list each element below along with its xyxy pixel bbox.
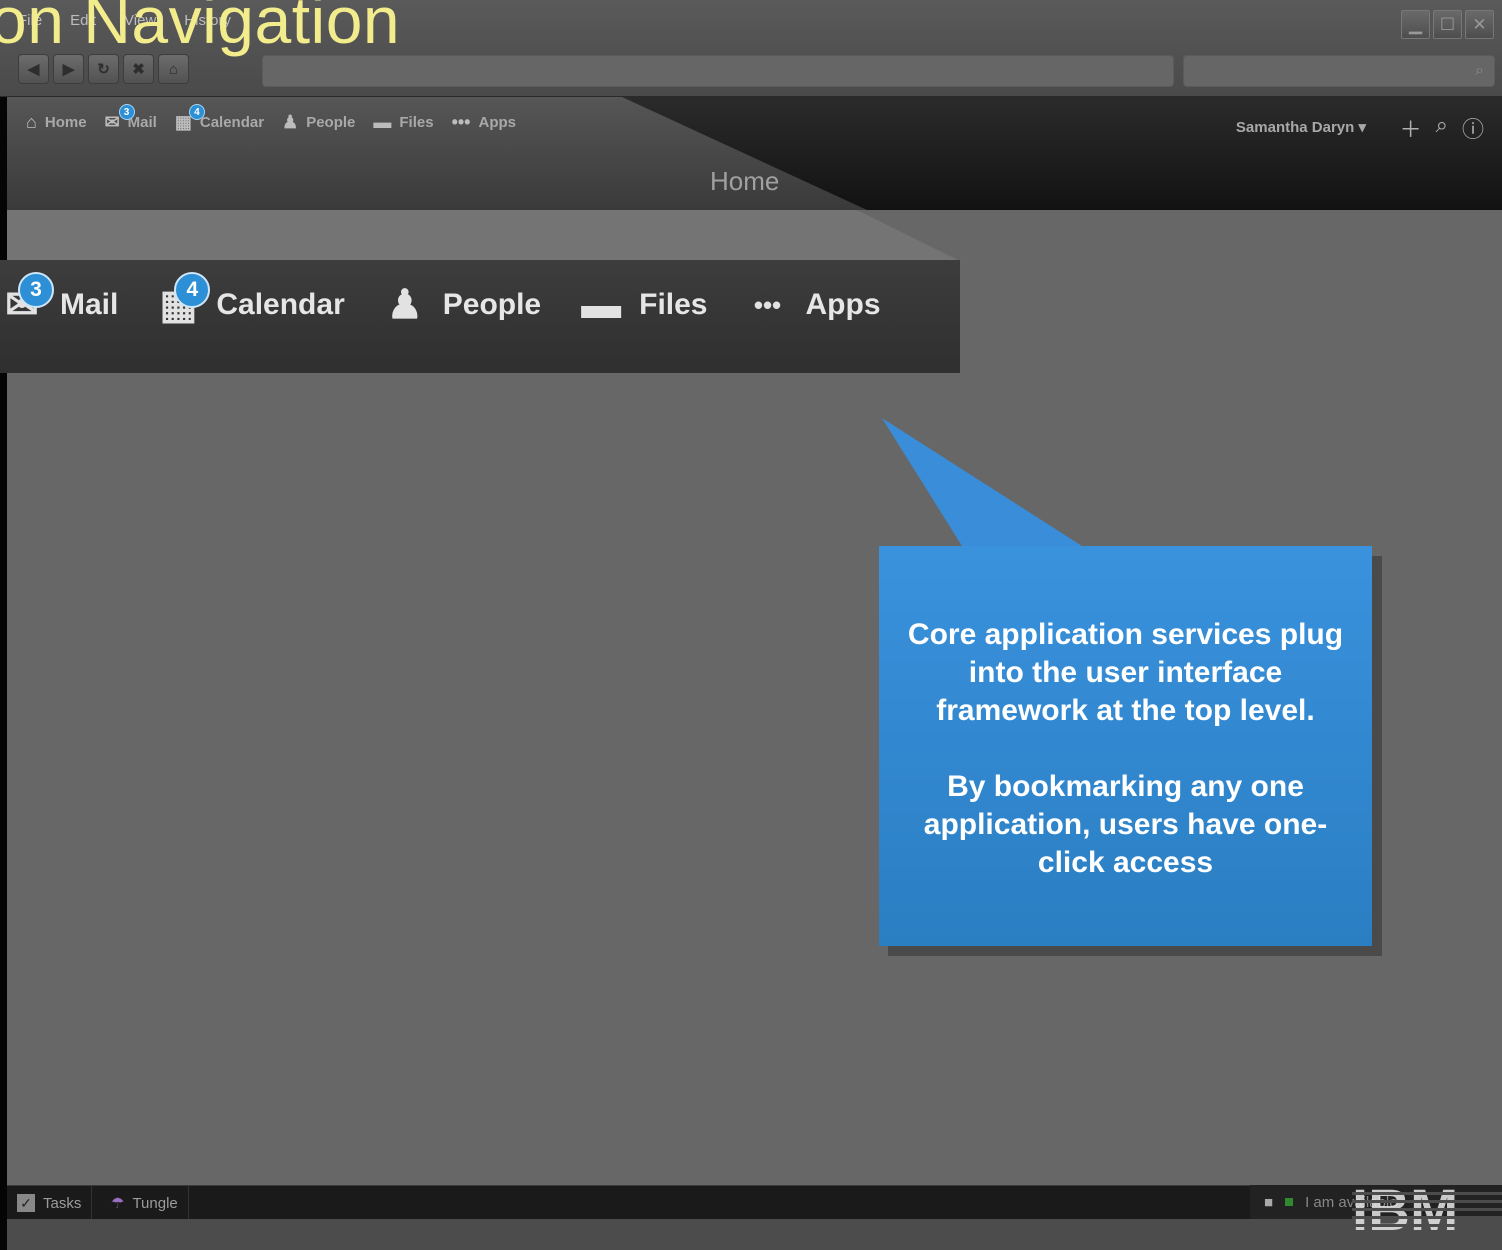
tungle-icon: ☂ — [111, 1195, 125, 1212]
zoom-item-files: ▬ Files — [577, 283, 707, 328]
zoom-item-calendar: ▦ 4 Calendar — [154, 272, 345, 328]
zoom-label: People — [442, 288, 542, 321]
mail-badge: 3 — [18, 272, 54, 308]
mail-badge: 3 — [118, 104, 135, 120]
tasks-tab[interactable]: ✓ Tasks — [7, 1186, 93, 1220]
nav-item-home[interactable]: ⌂ Home — [26, 112, 87, 133]
nav-label: Files — [399, 114, 434, 131]
minimize-icon[interactable]: ▁ — [1401, 10, 1430, 39]
tungle-tab[interactable]: ☂ Tungle — [101, 1186, 189, 1220]
page-title: Home — [710, 166, 780, 196]
zoom-item-people: ♟ People — [381, 282, 541, 328]
footer-bar — [7, 1219, 1502, 1250]
nav-label: Apps — [478, 114, 516, 131]
mail-icon: ✉ 3 — [105, 104, 135, 133]
callout-box: Core application services plug into the … — [879, 546, 1372, 946]
nav-label: Calendar — [199, 114, 265, 131]
chevron-down-icon: ▾ — [1358, 119, 1366, 136]
nav-item-apps[interactable]: ••• Apps — [452, 112, 516, 133]
more-icon: ••• — [451, 112, 471, 132]
more-icon: ••• — [753, 289, 782, 320]
tungle-label: Tungle — [132, 1194, 178, 1212]
window-controls: ▁ ☐ ✕ — [1401, 10, 1494, 39]
add-icon[interactable]: ＋ — [1400, 112, 1422, 144]
zoom-item-apps: ••• Apps — [744, 288, 881, 322]
user-menu[interactable]: Samantha Daryn ▾ — [1236, 118, 1366, 136]
callout-paragraph: By bookmarking any one application, user… — [923, 770, 1328, 879]
header-tools: ＋ ⌕ ⓘ — [1400, 112, 1484, 144]
checkbox-icon: ✓ — [17, 1194, 35, 1212]
people-icon: ♟ — [386, 283, 423, 327]
availability-dot — [1285, 1198, 1294, 1206]
nav-item-people[interactable]: ♟ People — [282, 112, 355, 133]
user-name: Samantha Daryn — [1235, 119, 1355, 136]
app-nav: ⌂ Home ✉ 3 Mail ▦ 4 Calendar ♟ People ▬ Fi… — [26, 104, 516, 133]
tasks-label: Tasks — [43, 1194, 82, 1212]
callout-paragraph: Core application services plug into the … — [907, 618, 1344, 727]
calendar-icon: ▦ 4 — [154, 272, 211, 328]
nav-label: Home — [44, 114, 87, 131]
search-icon[interactable]: ⌕ — [1436, 112, 1448, 144]
maximize-icon[interactable]: ☐ — [1433, 10, 1462, 39]
chat-icon[interactable]: ■ — [1264, 1194, 1273, 1211]
help-icon[interactable]: ⓘ — [1462, 112, 1484, 144]
zoom-label: Mail — [60, 288, 119, 321]
slide-title: on Navigation — [0, 0, 401, 57]
zoom-item-mail: ✉ 3 Mail — [0, 272, 119, 328]
zoom-label: Apps — [805, 288, 881, 321]
nav-label: People — [306, 114, 356, 131]
calendar-icon: ▦ 4 — [175, 104, 205, 133]
zoomed-nav: ✉ 3 Mail ▦ 4 Calendar ♟ People ▬ Files •••… — [0, 272, 881, 328]
ibm-logo: IBM — [1352, 1180, 1502, 1236]
browser-search-input[interactable]: ⌕ — [1183, 55, 1495, 87]
folder-icon: ▬ — [373, 112, 392, 132]
nav-item-calendar[interactable]: ▦ 4 Calendar — [175, 104, 265, 133]
folder-icon: ▬ — [581, 282, 622, 327]
zoom-connector — [7, 210, 962, 262]
people-icon: ♟ — [282, 112, 299, 132]
zoom-label: Files — [639, 288, 708, 321]
calendar-badge: 4 — [174, 272, 211, 308]
calendar-badge: 4 — [188, 104, 205, 120]
close-icon[interactable]: ✕ — [1465, 10, 1494, 39]
zoom-label: Calendar — [216, 288, 345, 321]
home-icon: ⌂ — [26, 112, 37, 132]
mail-icon: ✉ 3 — [0, 272, 54, 328]
nav-item-files[interactable]: ▬ Files — [373, 112, 433, 133]
search-icon: ⌕ — [1475, 62, 1484, 79]
nav-item-mail[interactable]: ✉ 3 Mail — [105, 104, 157, 133]
